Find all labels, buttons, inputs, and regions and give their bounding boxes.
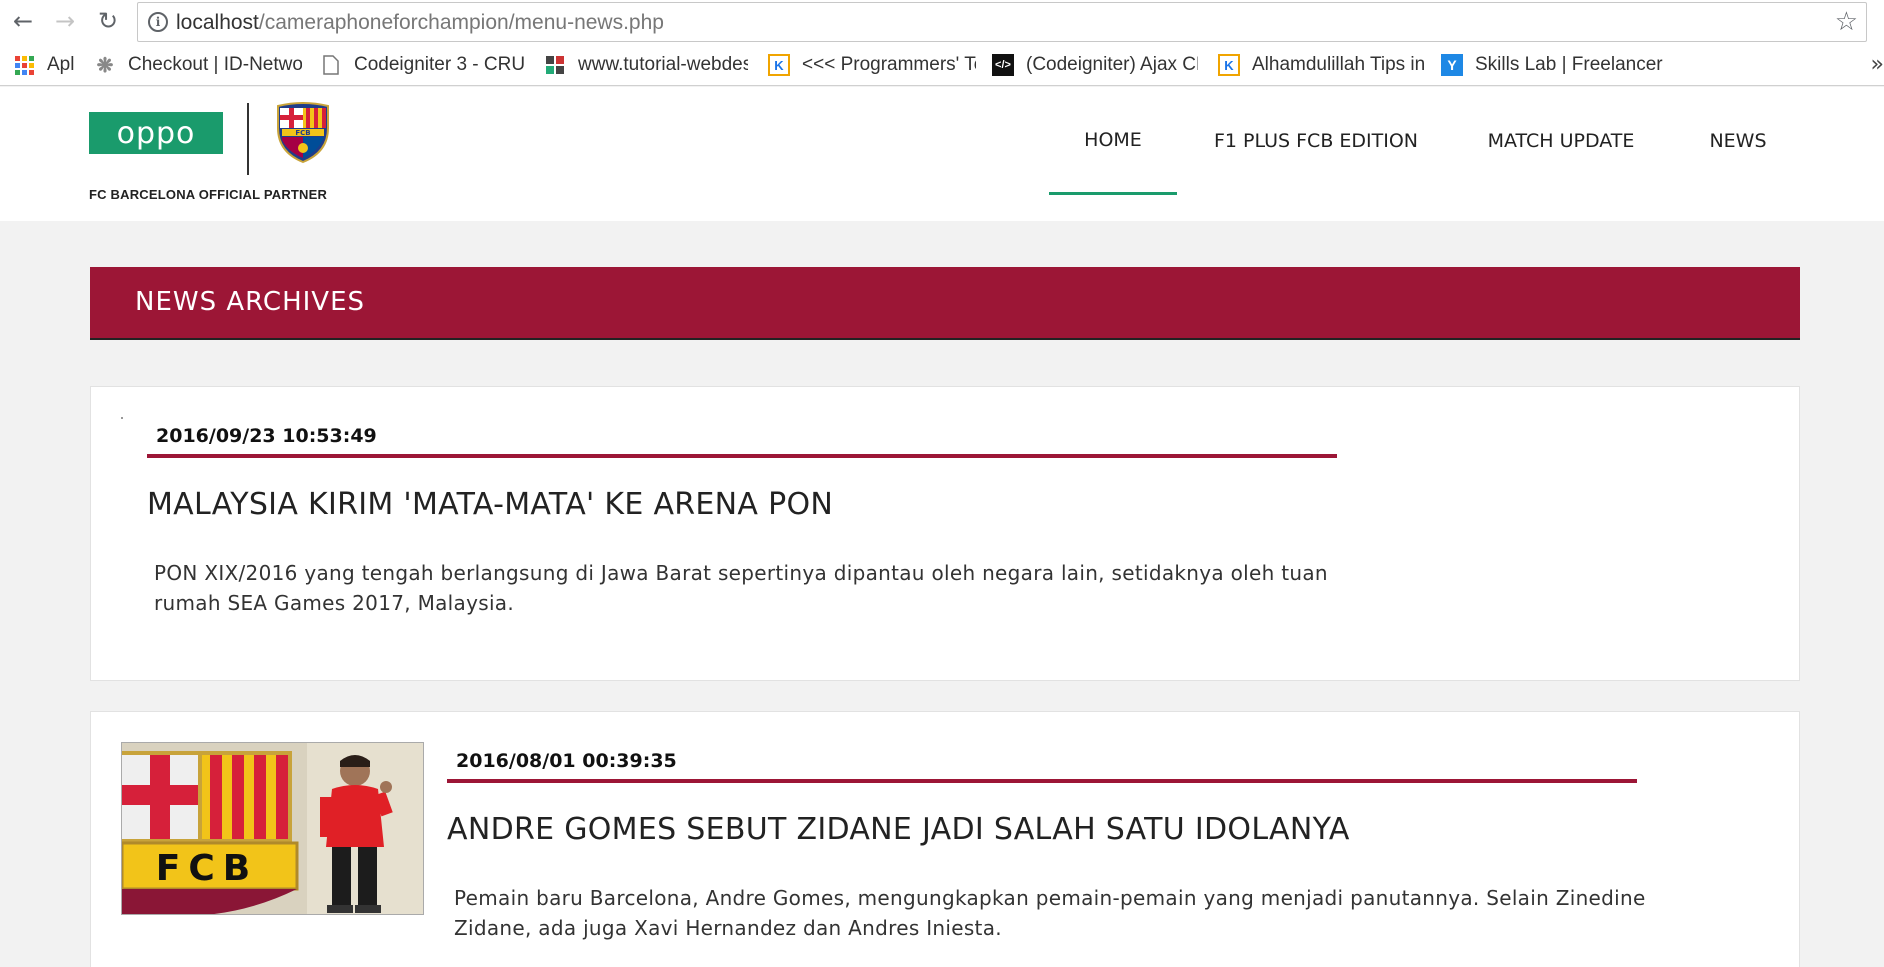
bookmark-label: Alhamdulillah Tips ini bbox=[1252, 54, 1424, 75]
news-thumbnail[interactable]: FCB bbox=[121, 742, 424, 915]
bookmark-checkout[interactable]: ❋ Checkout | ID-Networ bbox=[94, 53, 302, 77]
crest-text: FCB bbox=[295, 129, 310, 137]
news-card: FCB 2016/08/01 00:39:35 ANDRE GOMES SEBU… bbox=[90, 711, 1800, 967]
oppo-logo[interactable]: oppo bbox=[89, 112, 223, 154]
bookmark-star-icon[interactable]: ☆ bbox=[1835, 7, 1858, 37]
url-host: localhost bbox=[176, 11, 259, 34]
bookmarks-bar: Apl ❋ Checkout | ID-Networ Codeigniter 3… bbox=[0, 44, 1884, 86]
y-icon: Y bbox=[1441, 54, 1463, 76]
url-path: /cameraphoneforchampion/menu-news.php bbox=[258, 11, 664, 34]
news-archives-banner: NEWS ARCHIVES bbox=[90, 267, 1800, 340]
news-excerpt-line: rumah SEA Games 2017, Malaysia. bbox=[154, 591, 515, 615]
info-icon[interactable]: i bbox=[148, 12, 168, 32]
fcb-crest-icon: FCB bbox=[277, 102, 329, 164]
news-excerpt-line: Pemain baru Barcelona, Andre Gomes, meng… bbox=[454, 886, 1646, 910]
more-bookmarks-icon[interactable]: » bbox=[1871, 52, 1884, 77]
news-excerpt-line: PON XIX/2016 yang tengah berlangsung di … bbox=[154, 561, 1328, 585]
forward-arrow-icon[interactable]: → bbox=[50, 6, 80, 36]
gear-puzzle-icon: ❋ bbox=[96, 54, 114, 77]
bookmark-ajax-crud[interactable]: </> (Codeigniter) Ajax CR bbox=[992, 53, 1198, 77]
partner-text: FC BARCELONA OFFICIAL PARTNER bbox=[89, 187, 328, 202]
date-divider bbox=[447, 779, 1637, 783]
bookmark-programmers[interactable]: K <<< Programmers' Te bbox=[768, 53, 976, 77]
bookmark-label: <<< Programmers' Te bbox=[802, 54, 976, 75]
code-icon: </> bbox=[992, 54, 1014, 76]
apps-grid-icon bbox=[13, 54, 35, 76]
news-title[interactable]: MALAYSIA KIRIM 'MATA-MATA' KE ARENA PON bbox=[147, 487, 833, 522]
bookmark-apps[interactable]: Apl bbox=[13, 53, 83, 77]
back-arrow-icon[interactable]: ← bbox=[8, 6, 38, 36]
nav-home[interactable]: HOME bbox=[1049, 87, 1177, 195]
bookmark-label: Checkout | ID-Networ bbox=[128, 54, 302, 75]
bookmark-tutorial-webdes[interactable]: www.tutorial-webdes bbox=[544, 53, 748, 77]
site-header: oppo FCB FC BARCELONA OFFICIAL PARTNER H… bbox=[0, 87, 1884, 221]
bookmark-codeigniter-crud[interactable]: Codeigniter 3 - CRUD bbox=[320, 53, 526, 77]
k-icon: K bbox=[768, 54, 790, 76]
nav-match-update[interactable]: MATCH UPDATE bbox=[1470, 87, 1652, 195]
broken-image-icon bbox=[121, 417, 123, 419]
nav-f1-plus-fcb-edition[interactable]: F1 PLUS FCB EDITION bbox=[1203, 87, 1429, 195]
news-excerpt-line: Zidane, ada juga Xavi Hernandez dan Andr… bbox=[454, 916, 1002, 940]
image-text: FCB bbox=[156, 848, 258, 889]
news-archives-title: NEWS ARCHIVES bbox=[135, 287, 366, 317]
logo-divider bbox=[247, 103, 249, 175]
url-text[interactable]: localhost/cameraphoneforchampion/menu-ne… bbox=[176, 11, 664, 35]
bookmark-label: Skills Lab | Freelancer bbox=[1475, 54, 1663, 75]
k-icon: K bbox=[1218, 54, 1240, 76]
bookmark-label: (Codeigniter) Ajax CR bbox=[1026, 54, 1198, 75]
news-excerpt: Pemain baru Barcelona, Andre Gomes, meng… bbox=[454, 883, 1654, 943]
page-icon bbox=[320, 54, 342, 76]
bookmark-alhamdulillah[interactable]: K Alhamdulillah Tips ini bbox=[1218, 53, 1424, 77]
bookmark-skills-lab[interactable]: Y Skills Lab | Freelancer bbox=[1441, 53, 1681, 77]
date-divider bbox=[147, 454, 1337, 458]
site-icon bbox=[544, 54, 566, 76]
bookmark-label: Apl bbox=[47, 54, 75, 75]
fcb-wall-image: FCB bbox=[122, 743, 423, 914]
news-title[interactable]: ANDRE GOMES SEBUT ZIDANE JADI SALAH SATU… bbox=[447, 812, 1350, 847]
browser-toolbar: ← → ↻ i localhost/cameraphoneforchampion… bbox=[0, 0, 1884, 44]
reload-icon[interactable]: ↻ bbox=[93, 6, 123, 36]
bookmark-label: Codeigniter 3 - CRUD bbox=[354, 54, 526, 75]
address-bar[interactable]: i localhost/cameraphoneforchampion/menu-… bbox=[137, 2, 1867, 42]
news-date: 2016/09/23 10:53:49 bbox=[156, 425, 377, 447]
bookmark-label: www.tutorial-webdes bbox=[578, 54, 748, 75]
news-card: 2016/09/23 10:53:49 MALAYSIA KIRIM 'MATA… bbox=[90, 386, 1800, 681]
news-excerpt: PON XIX/2016 yang tengah berlangsung di … bbox=[154, 558, 1354, 618]
news-date: 2016/08/01 00:39:35 bbox=[456, 750, 677, 772]
nav-news[interactable]: NEWS bbox=[1698, 87, 1778, 195]
